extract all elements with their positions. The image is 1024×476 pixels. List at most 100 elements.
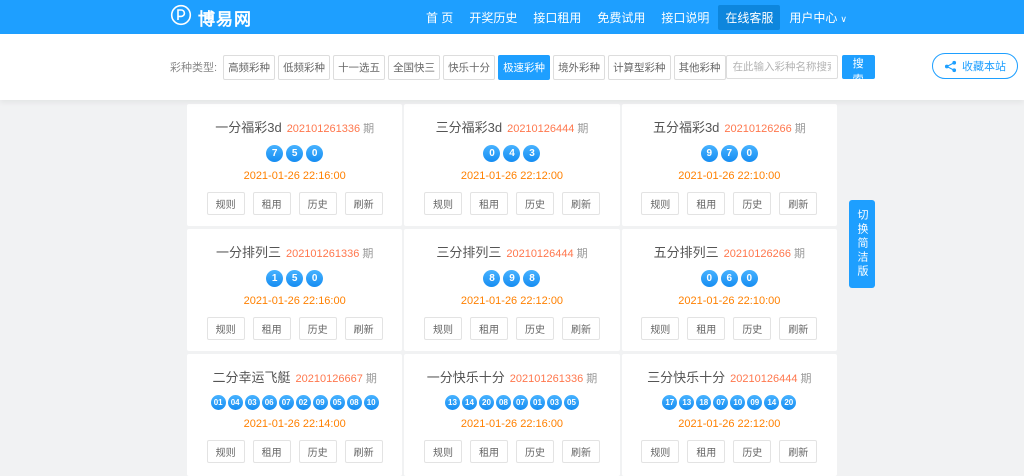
rent-button[interactable]: 租用 [470, 440, 508, 463]
draw-time: 2021-01-26 22:16:00 [187, 295, 402, 307]
rules-button[interactable]: 规则 [207, 317, 245, 340]
bookmark-button[interactable]: 收藏本站 [932, 53, 1018, 79]
period-number: 20210126444 [507, 123, 574, 135]
card-actions: 规则租用历史刷新 [622, 440, 837, 463]
period-suffix: 期 [577, 248, 588, 260]
filter-button-high-freq[interactable]: 高频彩种 [223, 55, 275, 80]
lottery-ball: 0 [741, 270, 758, 287]
history-button[interactable]: 历史 [516, 440, 554, 463]
draw-time: 2021-01-26 22:12:00 [404, 170, 619, 182]
lottery-ball: 05 [564, 395, 579, 410]
draw-numbers: 043 [404, 145, 619, 162]
history-button[interactable]: 历史 [299, 317, 337, 340]
rules-button[interactable]: 规则 [207, 440, 245, 463]
period-suffix: 期 [800, 373, 811, 385]
switch-simple-version-tab[interactable]: 切换简洁版 [849, 200, 875, 288]
filter-button-speed[interactable]: 极速彩种 [498, 55, 550, 80]
filter-button-overseas[interactable]: 境外彩种 [553, 55, 605, 80]
rules-button[interactable]: 规则 [641, 440, 679, 463]
filter-buttons: 高频彩种低频彩种十一选五全国快三快乐十分极速彩种境外彩种计算型彩种其他彩种 [223, 55, 726, 80]
lottery-ball: 9 [503, 270, 520, 287]
lottery-ball: 07 [513, 395, 528, 410]
rent-button[interactable]: 租用 [253, 317, 291, 340]
nav-item-api-rental[interactable]: 接口租用 [526, 5, 588, 30]
rent-button[interactable]: 租用 [687, 440, 725, 463]
period-number: 20210126444 [730, 373, 797, 385]
filter-button-national-k3[interactable]: 全国快三 [388, 55, 440, 80]
refresh-button[interactable]: 刷新 [779, 440, 817, 463]
filter-button-low-freq[interactable]: 低频彩种 [278, 55, 330, 80]
history-button[interactable]: 历史 [733, 317, 771, 340]
nav-item-api-docs[interactable]: 接口说明 [654, 5, 716, 30]
refresh-button[interactable]: 刷新 [779, 317, 817, 340]
nav-item-draw-history[interactable]: 开奖历史 [462, 5, 524, 30]
top-header: 博易网 首 页开奖历史接口租用免费试用接口说明在线客服用户中心∨ [0, 0, 1024, 34]
history-button[interactable]: 历史 [299, 192, 337, 215]
draw-time: 2021-01-26 22:12:00 [622, 418, 837, 430]
lottery-name: 一分福彩3d [215, 120, 281, 135]
lottery-name: 三分福彩3d [436, 120, 502, 135]
period-number: 202101261336 [287, 123, 360, 135]
history-button[interactable]: 历史 [516, 192, 554, 215]
header-inner: 博易网 首 页开奖历史接口租用免费试用接口说明在线客服用户中心∨ [170, 0, 854, 34]
nav-item-free-trial[interactable]: 免费试用 [590, 5, 652, 30]
lottery-ball: 5 [286, 145, 303, 162]
card-actions: 规则租用历史刷新 [622, 317, 837, 340]
filter-button-other[interactable]: 其他彩种 [674, 55, 726, 80]
rent-button[interactable]: 租用 [253, 440, 291, 463]
lottery-ball: 14 [764, 395, 779, 410]
rules-button[interactable]: 规则 [641, 317, 679, 340]
lottery-name: 五分福彩3d [653, 120, 719, 135]
card-actions: 规则租用历史刷新 [187, 317, 402, 340]
rules-button[interactable]: 规则 [424, 192, 462, 215]
filter-button-11x5[interactable]: 十一选五 [333, 55, 385, 80]
card-title-row: 三分排列三20210126444期 [404, 242, 619, 261]
refresh-button[interactable]: 刷新 [345, 317, 383, 340]
draw-time: 2021-01-26 22:10:00 [622, 295, 837, 307]
history-button[interactable]: 历史 [516, 317, 554, 340]
refresh-button[interactable]: 刷新 [779, 192, 817, 215]
history-button[interactable]: 历史 [299, 440, 337, 463]
rent-button[interactable]: 租用 [253, 192, 291, 215]
card-title-row: 三分福彩3d20210126444期 [404, 117, 619, 136]
rent-button[interactable]: 租用 [470, 317, 508, 340]
lottery-name: 三分快乐十分 [647, 370, 725, 385]
history-button[interactable]: 历史 [733, 192, 771, 215]
logo[interactable]: 博易网 [170, 4, 252, 31]
rules-button[interactable]: 规则 [641, 192, 679, 215]
lottery-card: 三分快乐十分20210126444期 1713180710091420 2021… [622, 354, 837, 476]
lottery-ball: 13 [445, 395, 460, 410]
card-title-row: 二分幸运飞艇20210126667期 [187, 367, 402, 386]
refresh-button[interactable]: 刷新 [345, 440, 383, 463]
draw-time: 2021-01-26 22:10:00 [622, 170, 837, 182]
card-actions: 规则租用历史刷新 [622, 192, 837, 215]
lottery-ball: 9 [701, 145, 718, 162]
nav-item-home[interactable]: 首 页 [419, 5, 460, 30]
filter-button-happy-10[interactable]: 快乐十分 [443, 55, 495, 80]
lottery-grid: 一分福彩3d202101261336期 750 2021-01-26 22:16… [187, 104, 837, 476]
bookmark-label: 收藏本站 [962, 58, 1006, 74]
rent-button[interactable]: 租用 [687, 317, 725, 340]
search-input[interactable] [726, 55, 838, 79]
rules-button[interactable]: 规则 [424, 317, 462, 340]
rules-button[interactable]: 规则 [207, 192, 245, 215]
refresh-button[interactable]: 刷新 [562, 192, 600, 215]
rules-button[interactable]: 规则 [424, 440, 462, 463]
refresh-button[interactable]: 刷新 [562, 317, 600, 340]
history-button[interactable]: 历史 [733, 440, 771, 463]
refresh-button[interactable]: 刷新 [345, 192, 383, 215]
rent-button[interactable]: 租用 [687, 192, 725, 215]
chevron-down-icon: ∨ [840, 14, 847, 24]
refresh-button[interactable]: 刷新 [562, 440, 600, 463]
rent-button[interactable]: 租用 [470, 192, 508, 215]
lottery-ball: 09 [747, 395, 762, 410]
lottery-ball: 02 [296, 395, 311, 410]
filter-button-computed[interactable]: 计算型彩种 [608, 55, 671, 80]
nav-item-online-service[interactable]: 在线客服 [718, 5, 780, 30]
lottery-card: 五分排列三20210126266期 060 2021-01-26 22:10:0… [622, 229, 837, 351]
lottery-card: 三分福彩3d20210126444期 043 2021-01-26 22:12:… [404, 104, 619, 226]
period-number: 20210126266 [724, 248, 791, 260]
search-button[interactable]: 搜索 [842, 55, 875, 79]
lottery-ball: 20 [781, 395, 796, 410]
nav-item-user-center[interactable]: 用户中心∨ [782, 5, 854, 30]
